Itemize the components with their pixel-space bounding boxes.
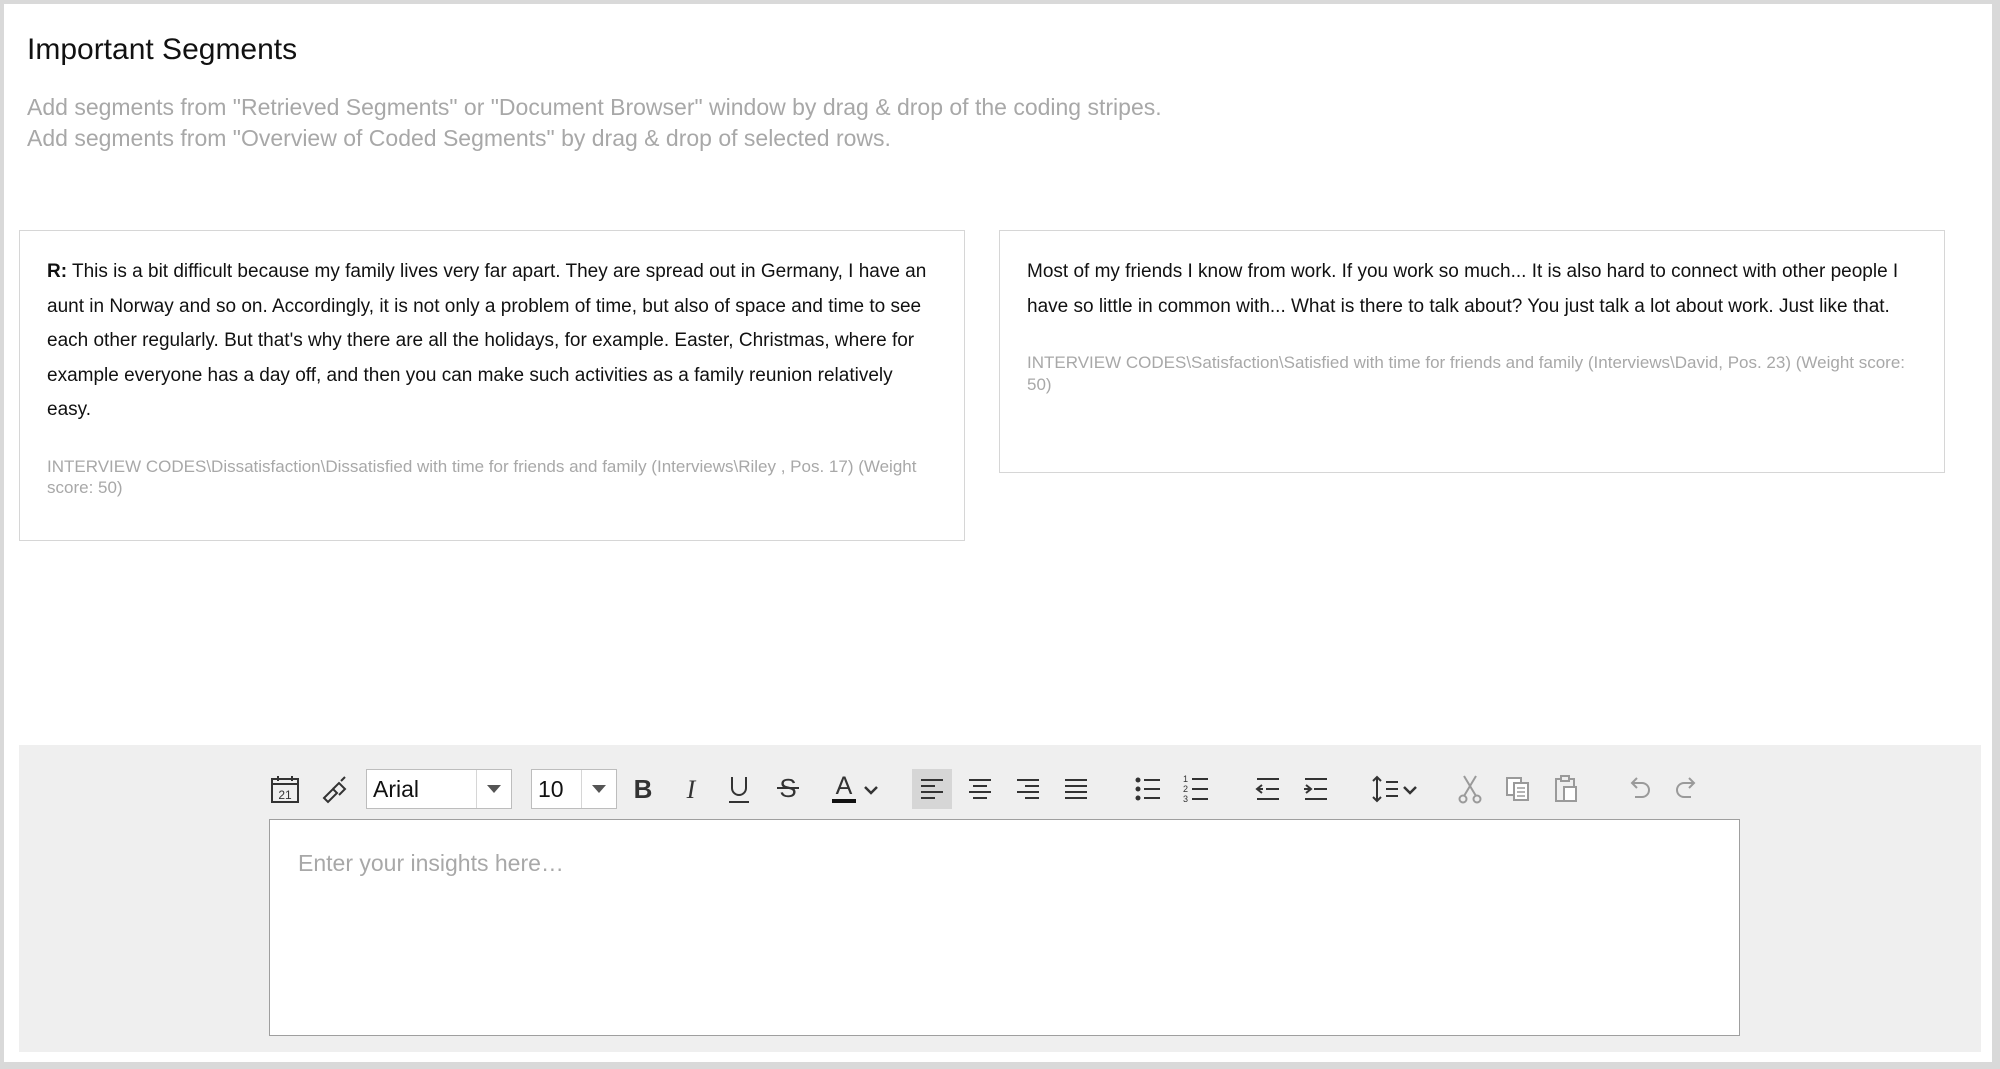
svg-text:2: 2 bbox=[1183, 784, 1188, 794]
indent-icon[interactable] bbox=[1296, 769, 1336, 809]
insights-placeholder: Enter your insights here… bbox=[298, 850, 564, 876]
underline-icon[interactable] bbox=[719, 769, 759, 809]
paste-icon[interactable] bbox=[1546, 769, 1586, 809]
segment-text: R: This is a bit difficult because my fa… bbox=[47, 255, 938, 428]
drop-hint: Add segments from "Retrieved Segments" o… bbox=[27, 92, 1162, 154]
insights-editor-panel: 21 Arial 10 B I S A 1 2 3 Enter your ins… bbox=[19, 745, 1981, 1052]
align-right-icon[interactable] bbox=[1008, 769, 1048, 809]
formatting-toolbar: 21 Arial 10 B I S A 1 2 3 bbox=[19, 765, 1981, 815]
font-size-select[interactable]: 10 bbox=[531, 769, 617, 809]
font-size-value: 10 bbox=[538, 775, 564, 802]
speaker-label: R: bbox=[47, 261, 68, 282]
svg-text:I: I bbox=[686, 775, 697, 803]
svg-text:1: 1 bbox=[1183, 775, 1188, 784]
format-painter-icon[interactable] bbox=[314, 769, 354, 809]
font-family-select[interactable]: Arial bbox=[366, 769, 512, 809]
segment-body: Most of my friends I know from work. If … bbox=[1027, 261, 1899, 317]
chevron-down-icon[interactable] bbox=[581, 770, 616, 808]
svg-text:3: 3 bbox=[1183, 794, 1188, 803]
insights-textarea[interactable]: Enter your insights here… bbox=[269, 819, 1740, 1036]
font-family-value: Arial bbox=[373, 775, 420, 802]
outdent-icon[interactable] bbox=[1248, 769, 1288, 809]
date-icon-text: 21 bbox=[278, 788, 292, 802]
line-spacing-icon[interactable] bbox=[1369, 769, 1429, 809]
font-color-icon[interactable]: A bbox=[829, 769, 885, 809]
svg-text:A: A bbox=[836, 772, 853, 800]
align-center-icon[interactable] bbox=[960, 769, 1000, 809]
segment-card[interactable]: Most of my friends I know from work. If … bbox=[999, 230, 1945, 473]
page-title: Important Segments bbox=[27, 33, 298, 66]
justify-icon[interactable] bbox=[1056, 769, 1096, 809]
segment-text: Most of my friends I know from work. If … bbox=[1027, 255, 1918, 324]
undo-icon[interactable] bbox=[1619, 769, 1659, 809]
hint-line-2: Add segments from "Overview of Coded Seg… bbox=[27, 125, 891, 151]
segment-body: This is a bit difficult because my famil… bbox=[47, 261, 927, 420]
chevron-down-icon[interactable] bbox=[476, 770, 511, 808]
bullet-list-icon[interactable] bbox=[1128, 769, 1168, 809]
segment-source: INTERVIEW CODES\Dissatisfaction\Dissatis… bbox=[47, 456, 917, 498]
hint-line-1: Add segments from "Retrieved Segments" o… bbox=[27, 94, 1162, 120]
svg-text:B: B bbox=[634, 775, 653, 803]
strikethrough-icon[interactable]: S bbox=[768, 769, 808, 809]
redo-icon[interactable] bbox=[1667, 769, 1707, 809]
numbered-list-icon[interactable]: 123 bbox=[1176, 769, 1216, 809]
cut-icon[interactable] bbox=[1450, 769, 1490, 809]
italic-icon[interactable]: I bbox=[671, 769, 711, 809]
align-left-icon[interactable] bbox=[912, 769, 952, 809]
copy-icon[interactable] bbox=[1498, 769, 1538, 809]
segment-source: INTERVIEW CODES\Satisfaction\Satisfied w… bbox=[1027, 353, 1906, 394]
segment-card[interactable]: R: This is a bit difficult because my fa… bbox=[19, 230, 965, 541]
insert-date-icon[interactable]: 21 bbox=[265, 769, 305, 809]
bold-icon[interactable]: B bbox=[623, 769, 663, 809]
important-segments-window: Important Segments Add segments from "Re… bbox=[4, 4, 1992, 1062]
